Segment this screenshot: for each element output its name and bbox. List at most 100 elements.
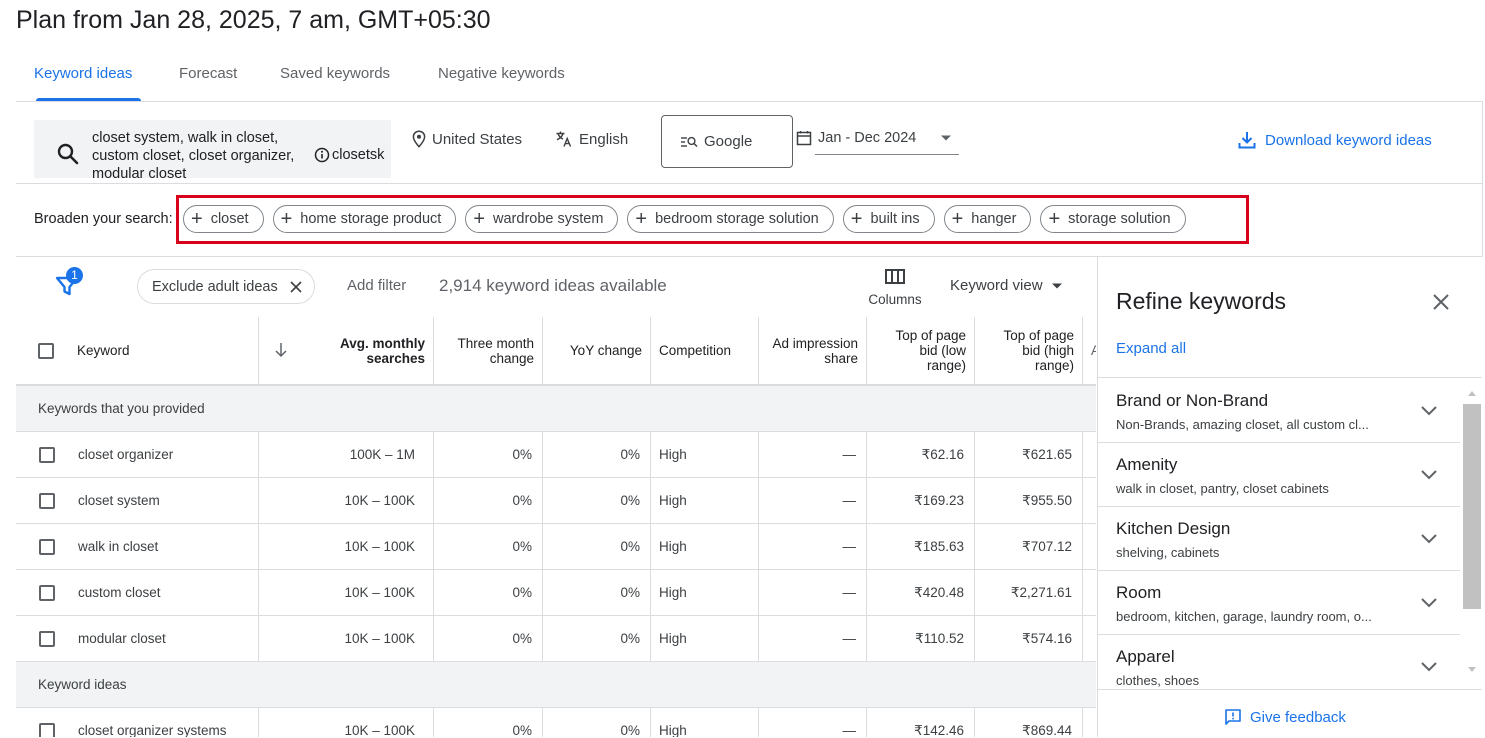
chevron-down-icon[interactable] [1418,655,1440,677]
table-row[interactable]: closet organizer systems 10K – 100K 0% 0… [16,708,1096,737]
yoy-cell: 0% [543,616,651,661]
refine-group-name: Brand or Non-Brand [1116,391,1269,410]
language-selector[interactable]: English [555,130,628,148]
keyword-text: closet system [78,493,160,508]
refine-group-amenity[interactable]: Amenity walk in closet, pantry, closet c… [1098,443,1460,507]
row-checkbox[interactable] [39,447,55,463]
impression-share-cell: — [759,432,867,477]
competition-cell: High [651,570,759,615]
bid-low-cell: ₹110.52 [867,616,975,661]
refine-group-room[interactable]: Room bedroom, kitchen, garage, laundry r… [1098,571,1460,635]
keyword-view-dropdown[interactable]: Keyword view [950,277,1063,294]
columns-button[interactable]: Columns [866,268,924,307]
avg-searches-cell: 10K – 100K [259,570,434,615]
bid-low-cell: ₹62.16 [867,432,975,477]
search-keywords-text[interactable]: closet system, walk in closet, custom cl… [92,129,304,178]
header-bid-low-label: Top of page bid (low range) [895,328,966,373]
chevron-down-icon[interactable] [1418,399,1440,421]
select-all-checkbox[interactable] [38,342,54,359]
keyword-text: custom closet [78,585,161,600]
keyword-table: Keyword Avg. monthly searches Three mont… [16,317,1096,737]
keyword-cell: closet system [16,478,259,523]
language-label: English [579,130,629,148]
table-row[interactable]: custom closet 10K – 100K 0% 0% High — ₹4… [16,570,1096,616]
bid-low-cell: ₹142.46 [867,708,975,737]
toolbar-divider [16,183,1483,184]
location-pin-icon [412,130,426,148]
search-network-icon [681,136,698,147]
tab-forecast[interactable]: Forecast [179,65,237,82]
keyword-cell: closet organizer [16,432,259,477]
calendar-icon [796,131,812,146]
download-keyword-ideas-button[interactable]: Download keyword ideas [1237,130,1432,150]
table-row[interactable]: closet organizer 100K – 1M 0% 0% High — … [16,432,1096,478]
competition-cell: High [651,524,759,569]
header-keyword[interactable]: Keyword [16,317,259,384]
header-competition[interactable]: Competition [651,317,759,384]
close-icon[interactable] [290,280,302,293]
table-row[interactable]: walk in closet 10K – 100K 0% 0% High — ₹… [16,524,1096,570]
chevron-down-icon[interactable] [1418,591,1440,613]
header-bid-low[interactable]: Top of page bid (low range) [867,317,975,384]
give-feedback-button[interactable]: Give feedback [1224,708,1346,726]
refine-group-brand[interactable]: Brand or Non-Brand Non-Brands, amazing c… [1098,379,1460,443]
download-icon [1238,132,1256,149]
refine-group-name: Room [1116,583,1162,602]
row-checkbox[interactable] [39,723,55,737]
yoy-cell: 0% [543,478,651,523]
add-filter-button[interactable]: Add filter [347,277,406,294]
page-title: Plan from Jan 28, 2025, 7 am, GMT+05:30 [16,6,491,34]
tab-negative-keywords[interactable]: Negative keywords [438,65,565,82]
chevron-down-icon[interactable] [1418,527,1440,549]
header-yoy-change[interactable]: YoY change [543,317,651,384]
tab-saved-keywords[interactable]: Saved keywords [280,65,390,82]
header-avg-monthly-label: Avg. monthly searches [339,335,425,366]
keyword-search-box[interactable]: closet system, walk in closet, custom cl… [34,120,391,178]
row-checkbox[interactable] [39,539,55,555]
impression-share-cell: — [759,524,867,569]
three-month-cell: 0% [434,616,543,661]
bid-low-cell: ₹185.63 [867,524,975,569]
header-avg-monthly-searches[interactable]: Avg. monthly searches [259,317,434,384]
feedback-footer: Give feedback [1098,689,1482,738]
columns-label: Columns [868,292,922,307]
date-range-selector[interactable]: Jan - Dec 2024 [796,130,952,146]
impression-share-cell: — [759,708,867,737]
exclude-adult-ideas-chip[interactable]: Exclude adult ideas [137,269,315,304]
search-network-selector[interactable]: Google [661,115,793,168]
yoy-cell: 0% [543,570,651,615]
refine-group-kitchen-design[interactable]: Kitchen Design shelving, cabinets [1098,507,1460,571]
chevron-down-icon[interactable] [1418,463,1440,485]
table-row[interactable]: closet system 10K – 100K 0% 0% High — ₹1… [16,478,1096,524]
table-row[interactable]: modular closet 10K – 100K 0% 0% High — ₹… [16,616,1096,662]
competition-cell: High [651,432,759,477]
close-icon[interactable] [1432,293,1450,311]
bid-high-cell: ₹2,271.61 [975,570,1083,615]
keyword-ideas-count: 2,914 keyword ideas available [439,276,667,295]
bid-high-cell: ₹869.44 [975,708,1083,737]
yoy-cell: 0% [543,432,651,477]
row-checkbox[interactable] [39,631,55,647]
network-label: Google [704,133,753,150]
avg-searches-cell: 10K – 100K [259,478,434,523]
header-next-column[interactable]: A [1083,317,1096,384]
search-website-field[interactable]: closetsk [314,147,384,163]
location-selector[interactable]: United States [412,130,522,148]
header-three-month-change[interactable]: Three month change [434,317,543,384]
keyword-view-label: Keyword view [950,277,1043,294]
header-yoy-label: YoY change [569,343,642,358]
expand-all-link[interactable]: Expand all [1116,340,1186,357]
keyword-cell: closet organizer systems [16,708,259,737]
refine-divider [1098,377,1482,378]
header-ad-impression-share[interactable]: Ad impression share [759,317,867,384]
row-checkbox[interactable] [39,493,55,509]
header-next-column-label: A [1091,343,1096,358]
translate-icon [556,131,572,147]
header-bid-high[interactable]: Top of page bid (high range) [975,317,1083,384]
refine-scrollbar-thumb[interactable] [1463,404,1481,609]
row-checkbox[interactable] [39,585,55,601]
refine-keywords-panel: Refine keywords Expand all Brand or Non-… [1097,257,1483,738]
tab-keyword-ideas[interactable]: Keyword ideas [34,65,132,82]
keyword-cell: custom closet [16,570,259,615]
sort-down-arrow-icon[interactable] [274,342,288,358]
